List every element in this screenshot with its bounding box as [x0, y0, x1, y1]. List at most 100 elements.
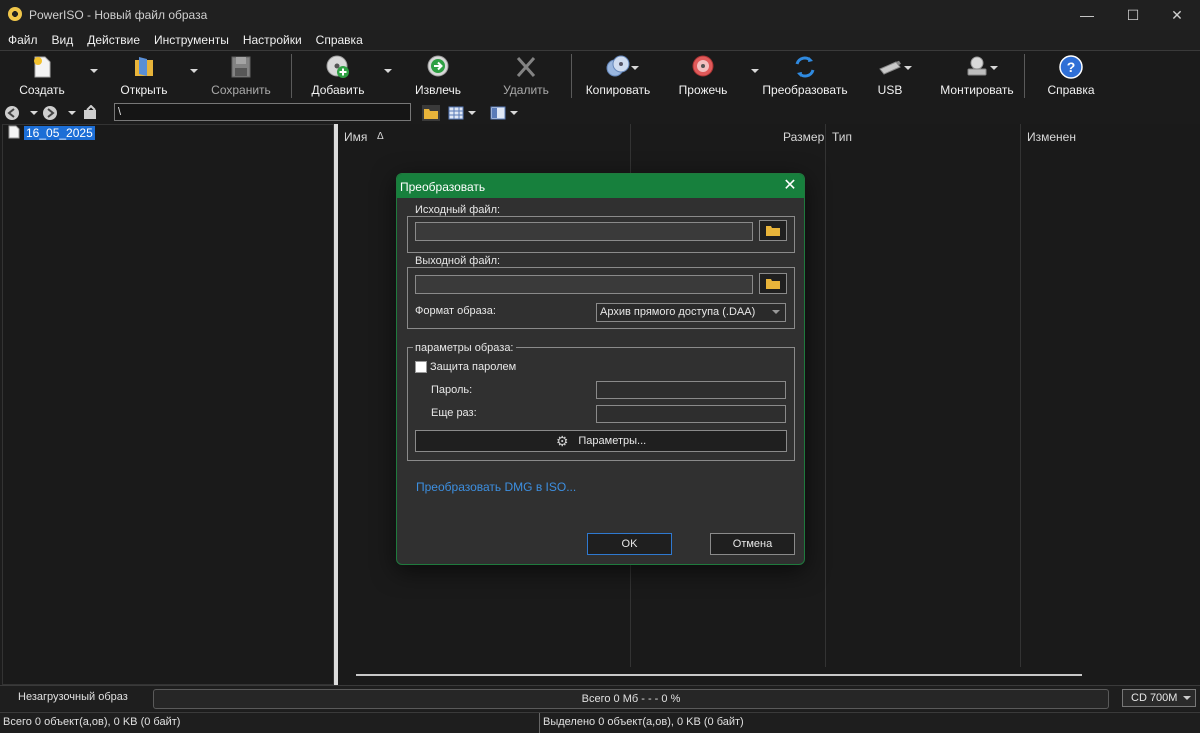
column-header-modified[interactable]: Изменен [1027, 130, 1076, 144]
source-file-label: Исходный файл: [413, 204, 503, 216]
image-format-select[interactable]: Архив прямого доступа (.DAA) [596, 303, 786, 322]
password-repeat-label: Еще раз: [431, 407, 477, 419]
add-dropdown-arrow[interactable] [384, 69, 392, 73]
mount-dropdown-arrow[interactable] [990, 66, 998, 70]
tree-root-item[interactable]: 16_05_2025 [24, 126, 95, 140]
delete-x-icon [516, 57, 536, 77]
forward-dropdown-arrow[interactable] [68, 111, 76, 115]
chevron-down-icon [1183, 696, 1191, 700]
column-divider [825, 124, 826, 667]
save-floppy-icon [231, 56, 251, 78]
column-header-size[interactable]: Размер [783, 130, 824, 144]
maximize-button[interactable]: ☐ [1110, 0, 1156, 30]
folder-icon [766, 226, 780, 236]
password-label: Пароль: [431, 384, 473, 396]
column-header-name[interactable]: Имя [344, 130, 367, 144]
layout-dropdown-arrow[interactable] [510, 111, 518, 115]
usb-dropdown-arrow[interactable] [904, 66, 912, 70]
open-folder-icon [135, 57, 153, 76]
toolbar: Создать Открыть Сохранить Добавить Извле… [0, 50, 1200, 102]
total-objects-status: Всего 0 объект(а,ов), 0 KB (0 байт) [3, 716, 181, 728]
output-browse-button[interactable] [759, 273, 787, 294]
new-file-icon [34, 56, 51, 78]
dialog-title: Преобразовать [400, 180, 486, 194]
layout-icon[interactable] [490, 106, 506, 120]
password-protect-label[interactable]: Защита паролем [430, 361, 516, 373]
folder-view-icon[interactable] [422, 105, 440, 121]
window-title: PowerISO - Новый файл образа [29, 8, 208, 22]
menu-view[interactable]: Вид [45, 30, 81, 50]
mount-button[interactable]: Монтировать [940, 51, 1014, 101]
convert-dmg-link[interactable]: Преобразовать DMG в ISO... [416, 480, 576, 494]
toolbar-separator [291, 54, 292, 98]
horizontal-scrollbar[interactable] [356, 674, 1082, 676]
parameters-button[interactable]: ⚙ Параметры... [415, 430, 787, 452]
add-disc-icon [326, 55, 349, 78]
help-button[interactable]: ? Справка [1040, 51, 1102, 101]
folder-icon [766, 279, 780, 289]
menu-help[interactable]: Справка [309, 30, 370, 50]
image-format-label: Формат образа: [415, 305, 496, 317]
copy-dropdown-arrow[interactable] [631, 66, 639, 70]
burn-button[interactable]: Прожечь [672, 51, 734, 101]
usb-button[interactable]: USB [866, 51, 914, 101]
help-question-icon: ? [1059, 55, 1083, 79]
create-button[interactable]: Создать [12, 51, 72, 101]
up-folder-icon[interactable] [82, 105, 98, 121]
close-icon: ✕ [783, 177, 797, 194]
password-repeat-input[interactable] [596, 405, 786, 423]
delete-button[interactable]: Удалить [496, 51, 556, 101]
back-arrow-icon[interactable] [4, 105, 20, 121]
column-header-type[interactable]: Тип [832, 130, 852, 144]
poweriso-app-icon [8, 7, 22, 21]
convert-button[interactable]: Преобразовать [762, 51, 848, 101]
media-size-select[interactable]: CD 700M [1122, 689, 1196, 707]
convert-arrows-icon [795, 56, 815, 78]
burn-dropdown-arrow[interactable] [751, 69, 759, 73]
menu-action[interactable]: Действие [80, 30, 147, 50]
gear-icon: ⚙ [555, 432, 569, 449]
usb-drive-icon [879, 60, 901, 75]
copy-disc-icon [606, 55, 630, 77]
source-file-input[interactable] [415, 222, 753, 241]
path-input[interactable] [114, 103, 411, 121]
output-file-input[interactable] [415, 275, 753, 294]
menu-bar: Файл Вид Действие Инструменты Настройки … [0, 30, 1200, 50]
burn-disc-icon [692, 55, 714, 77]
menu-file[interactable]: Файл [1, 30, 45, 50]
column-divider [1020, 124, 1021, 667]
open-button[interactable]: Открыть [113, 51, 175, 101]
menu-settings[interactable]: Настройки [236, 30, 309, 50]
chevron-down-icon [772, 310, 780, 314]
output-file-label: Выходной файл: [413, 255, 503, 267]
status-divider [539, 713, 540, 733]
minimize-button[interactable]: — [1064, 0, 1110, 30]
folder-tree-pane [2, 124, 334, 685]
save-button[interactable]: Сохранить [208, 51, 274, 101]
close-window-button[interactable]: ✕ [1154, 0, 1200, 30]
convert-dialog: Преобразовать ✕ Исходный файл: Выходной … [396, 173, 805, 565]
ok-button[interactable]: OK [587, 533, 672, 555]
view-dropdown-arrow[interactable] [468, 111, 476, 115]
source-browse-button[interactable] [759, 220, 787, 241]
forward-arrow-icon[interactable] [42, 105, 58, 121]
svg-text:?: ? [1067, 59, 1076, 75]
add-button[interactable]: Добавить [306, 51, 370, 101]
grid-view-icon[interactable] [448, 106, 464, 120]
copy-button[interactable]: Копировать [583, 51, 653, 101]
password-input[interactable] [596, 381, 786, 399]
password-protect-checkbox[interactable] [415, 361, 427, 373]
back-dropdown-arrow[interactable] [30, 111, 38, 115]
create-dropdown-arrow[interactable] [90, 69, 98, 73]
sort-indicator-icon: Δ [377, 131, 384, 142]
image-params-label: параметры образа: [413, 342, 516, 354]
toolbar-separator [1024, 54, 1025, 98]
cancel-button[interactable]: Отмена [710, 533, 795, 555]
dialog-close-button[interactable]: ✕ [779, 176, 801, 196]
extract-button[interactable]: Извлечь [408, 51, 468, 101]
toolbar-separator [571, 54, 572, 98]
open-dropdown-arrow[interactable] [190, 69, 198, 73]
extract-disc-icon [427, 55, 449, 77]
file-icon [8, 125, 20, 139]
menu-tools[interactable]: Инструменты [147, 30, 236, 50]
